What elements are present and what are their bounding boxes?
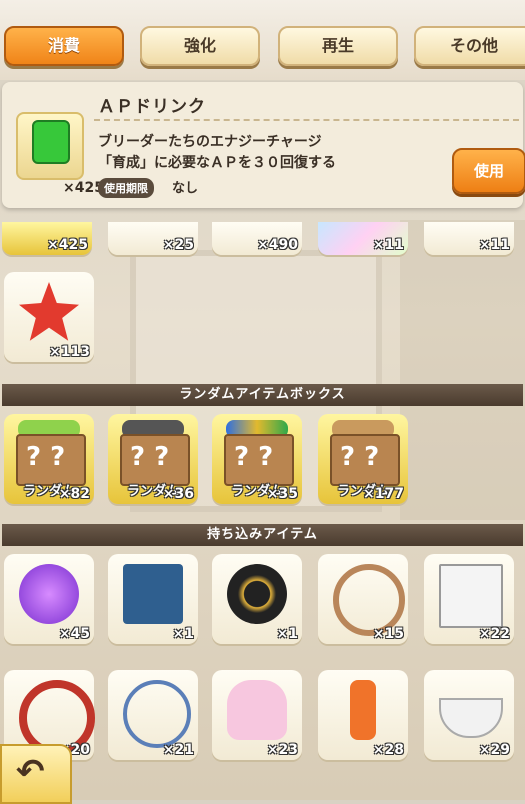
item-cell[interactable]: ×1 (108, 554, 198, 644)
item-detail-thumbnail: ×425 (16, 112, 104, 196)
item-detail-description: ブリーダーたちのエナジーチャージ 「育成」に必要なＡＰを３０回復する (98, 132, 336, 174)
item-qty: ×11 (372, 237, 404, 253)
item-cell[interactable]: ×11 (318, 222, 408, 255)
item-cell[interactable]: ×425 (2, 222, 92, 255)
random-box-cell[interactable]: ランダム ×35 (212, 414, 302, 504)
item-qty: ×23 (266, 742, 298, 758)
item-qty: ×11 (478, 237, 510, 253)
treat-bag-icon (227, 680, 287, 740)
item-cell[interactable]: ×45 (4, 554, 94, 644)
item-qty: ×15 (372, 626, 404, 642)
item-qty: ×21 (162, 742, 194, 758)
back-button[interactable]: ↶ (0, 744, 72, 804)
item-qty: ×29 (478, 742, 510, 758)
purple-egg-icon (19, 564, 79, 624)
section-header-carry: 持ち込みアイテム (2, 524, 523, 546)
item-cell[interactable]: ×25 (108, 222, 198, 255)
item-cell[interactable]: ×15 (318, 554, 408, 644)
divider (94, 119, 519, 121)
use-button[interactable]: 使用 (452, 148, 525, 194)
random-box-cell[interactable]: ランダム ×177 (318, 414, 408, 504)
item-cell[interactable]: ×23 (212, 670, 302, 760)
item-qty: ×425 (47, 237, 88, 253)
item-detail-desc-line-2: 「育成」に必要なＡＰを３０回復する (98, 155, 336, 171)
item-cell[interactable]: ×22 (424, 554, 514, 644)
gear-rings-icon (227, 564, 287, 624)
item-qty: ×113 (49, 344, 90, 360)
mystery-crate-icon (120, 434, 190, 486)
ap-drink-bottle-icon (32, 120, 70, 164)
item-qty: ×1 (276, 626, 298, 642)
item-qty: ×36 (162, 486, 194, 502)
item-cell[interactable]: ×113 (4, 272, 94, 362)
item-qty: ×82 (58, 486, 90, 502)
item-qty: ×25 (162, 237, 194, 253)
item-detail-panel: ×425 ＡＰドリンク ブリーダーたちのエナジーチャージ 「育成」に必要なＡＰを… (2, 82, 525, 208)
tab-other[interactable]: その他 (414, 26, 525, 66)
random-box-cell[interactable]: ランダム ×36 (108, 414, 198, 504)
background-shelf (400, 220, 525, 520)
item-cell[interactable]: ×11 (424, 222, 514, 255)
item-qty: ×28 (372, 742, 404, 758)
orange-bottle-icon (350, 680, 376, 740)
item-qty: ×35 (266, 486, 298, 502)
tab-bar: 消費 強化 再生 その他 (0, 0, 525, 80)
section-header-random: ランダムアイテムボックス (2, 384, 523, 406)
item-cell[interactable]: ×29 (424, 670, 514, 760)
item-qty: ×490 (257, 237, 298, 253)
mystery-crate-icon (330, 434, 400, 486)
back-arrow-icon: ↶ (16, 752, 45, 792)
random-box-cell[interactable]: ランダム ×82 (4, 414, 94, 504)
item-qty: ×45 (58, 626, 90, 642)
item-qty: ×22 (478, 626, 510, 642)
newspaper-icon (439, 564, 503, 628)
mystery-crate-icon (224, 434, 294, 486)
item-detail-title: ＡＰドリンク (98, 97, 206, 117)
item-cell[interactable]: ×28 (318, 670, 408, 760)
star-drink-icon (19, 282, 79, 341)
mortar-bowl-icon (439, 698, 503, 738)
item-cell[interactable]: ×1 (212, 554, 302, 644)
tab-consumable[interactable]: 消費 (4, 26, 124, 66)
dreamcatcher-icon (123, 680, 191, 748)
item-qty: ×177 (363, 486, 404, 502)
tab-enhance[interactable]: 強化 (140, 26, 260, 66)
item-detail-desc-line-1: ブリーダーたちのエナジーチャージ (98, 134, 322, 150)
item-cell[interactable]: ×21 (108, 670, 198, 760)
mystery-crate-icon (16, 434, 86, 486)
tab-regen[interactable]: 再生 (278, 26, 398, 66)
expiry-badge: 使用期限 (98, 178, 154, 198)
book-icon (123, 564, 183, 624)
item-cell[interactable]: ×490 (212, 222, 302, 255)
expiry-value: なし (172, 181, 199, 196)
item-qty: ×1 (172, 626, 194, 642)
